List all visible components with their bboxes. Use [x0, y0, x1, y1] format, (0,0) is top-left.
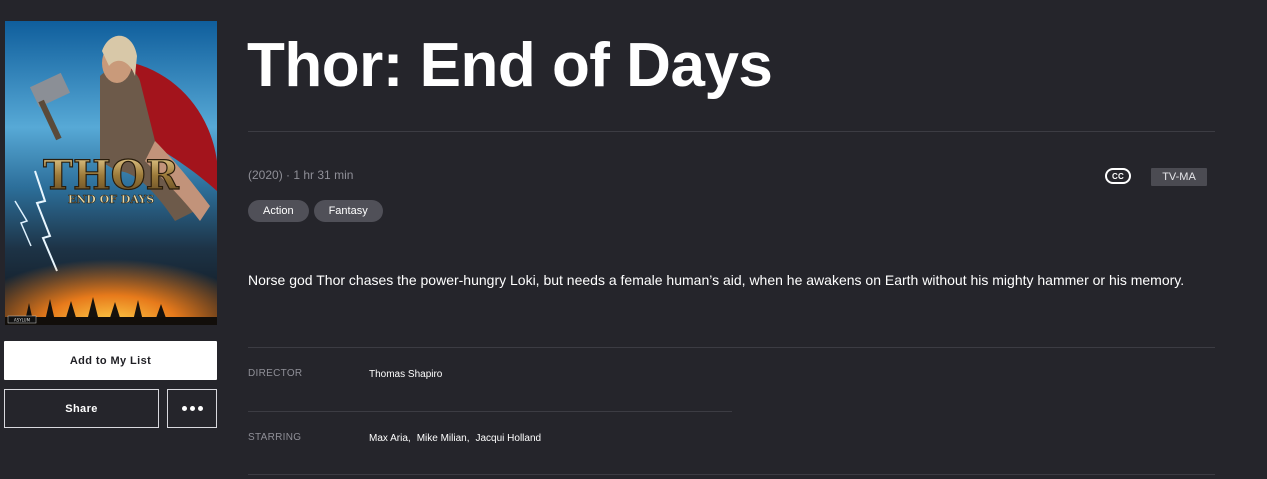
- starring-label: STARRING: [248, 432, 302, 443]
- more-horizontal-icon: [181, 406, 203, 411]
- divider: [248, 347, 1215, 348]
- poster-subtitle: END OF DAYS: [68, 193, 154, 206]
- movie-description: Norse god Thor chases the power-hungry L…: [248, 272, 1185, 288]
- director-name: Thomas Shapiro: [369, 369, 448, 380]
- page-title: Thor: End of Days: [247, 31, 773, 100]
- director-label: DIRECTOR: [248, 368, 303, 379]
- share-button[interactable]: Share: [4, 389, 159, 428]
- director-link[interactable]: Thomas Shapiro: [369, 369, 442, 380]
- runtime: 1 hr 31 min: [293, 168, 354, 182]
- release-year: (2020): [248, 168, 283, 182]
- divider: [248, 411, 732, 412]
- movie-poster[interactable]: THOR END OF DAYS ASYLUM: [5, 21, 217, 325]
- meta-separator: ·: [286, 168, 291, 182]
- poster-title: THOR: [43, 152, 179, 199]
- cast-member[interactable]: Max Aria,: [369, 433, 411, 444]
- closed-captions-icon: CC: [1105, 168, 1131, 184]
- divider: [248, 474, 1215, 475]
- cast-member[interactable]: Jacqui Holland: [475, 433, 541, 444]
- genre-tag-action[interactable]: Action: [248, 200, 309, 222]
- studio-logo: ASYLUM: [14, 318, 31, 323]
- starring-list: Max Aria, Mike Milian, Jacqui Holland: [369, 433, 547, 444]
- rating-badge: TV-MA: [1151, 168, 1207, 186]
- cast-member[interactable]: Mike Milian,: [417, 433, 470, 444]
- more-options-button[interactable]: [167, 389, 217, 428]
- movie-meta: (2020) · 1 hr 31 min: [248, 168, 353, 182]
- genre-tag-fantasy[interactable]: Fantasy: [313, 200, 383, 222]
- divider: [248, 131, 1215, 132]
- poster-artwork: THOR END OF DAYS ASYLUM: [5, 21, 217, 325]
- genre-tags: Action Fantasy: [248, 200, 383, 222]
- add-to-my-list-button[interactable]: Add to My List: [4, 341, 217, 380]
